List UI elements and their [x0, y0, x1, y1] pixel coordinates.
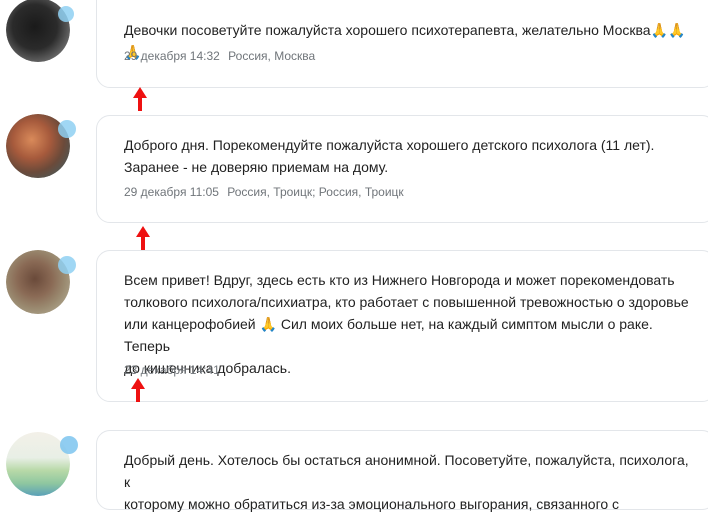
post-card[interactable]: Девочки посоветуйте пожалуйста хорошего … — [96, 0, 708, 88]
verified-badge-icon — [58, 256, 76, 274]
post-card[interactable]: Всем привет! Вдруг, здесь есть кто из Ни… — [96, 250, 708, 402]
post-3: Всем привет! Вдруг, здесь есть кто из Ни… — [0, 250, 708, 402]
post-4: Добрый день. Хотелось бы остаться аноним… — [0, 428, 708, 512]
post-1: Девочки посоветуйте пожалуйста хорошего … — [0, 0, 708, 111]
up-arrow-icon — [136, 226, 150, 250]
post-date[interactable]: 23 декабря 14:41 — [124, 363, 220, 377]
post-date[interactable]: 29 декабря 14:32 — [124, 49, 220, 63]
post-meta: 23 декабря 14:41 — [124, 363, 225, 377]
post-meta: 29 декабря 14:32 Россия, Москва — [124, 49, 315, 63]
post-text: Добрый день. Хотелось бы остаться аноним… — [124, 452, 689, 512]
post-meta: 29 декабря 11:05 Россия, Троицк; Россия,… — [124, 185, 404, 199]
post-card[interactable]: Доброго дня. Порекомендуйте пожалуйста х… — [96, 115, 708, 223]
post-card[interactable]: Добрый день. Хотелось бы остаться аноним… — [96, 430, 708, 512]
up-arrow-icon — [133, 87, 147, 111]
verified-badge-icon — [58, 6, 74, 22]
up-arrow-icon — [131, 378, 145, 402]
post-location[interactable]: Россия, Москва — [228, 49, 315, 63]
verified-badge-icon — [58, 120, 76, 138]
post-2: Доброго дня. Порекомендуйте пожалуйста х… — [0, 112, 708, 250]
verified-badge-icon — [60, 436, 78, 454]
post-location[interactable]: Россия, Троицк; Россия, Троицк — [227, 185, 403, 199]
post-text: Доброго дня. Порекомендуйте пожалуйста х… — [124, 137, 655, 175]
post-date[interactable]: 29 декабря 11:05 — [124, 185, 219, 199]
